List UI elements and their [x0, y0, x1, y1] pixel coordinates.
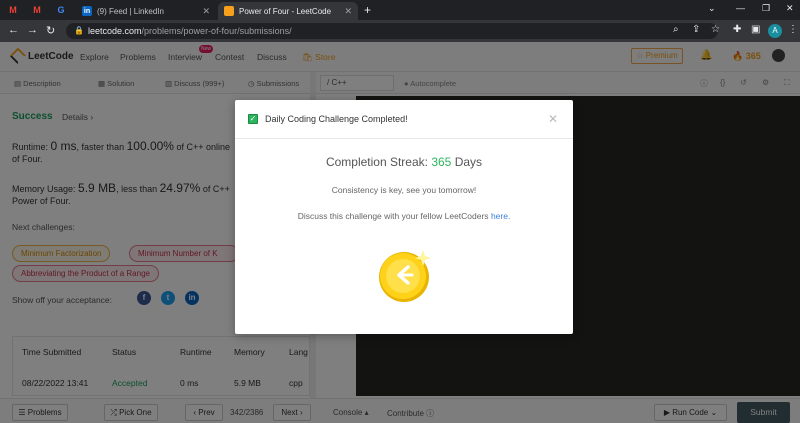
back-icon[interactable]: ←	[8, 24, 19, 36]
modal-title: Daily Coding Challenge Completed!	[265, 114, 408, 124]
share-icon[interactable]: ⇪	[692, 24, 700, 35]
restore-icon[interactable]: ❐	[762, 3, 770, 14]
google-pinned-tab[interactable]: G	[52, 2, 70, 18]
sidebar-icon[interactable]: ▣	[751, 24, 760, 35]
close-icon[interactable]: ✕	[202, 6, 210, 17]
streak-value: 365	[431, 155, 452, 169]
browser-tab-strip: M M G in (9) Feed | LinkedIn ✕ Power of …	[0, 0, 800, 20]
streak-unit: Days	[454, 155, 483, 169]
tab-label: Power of Four - LeetCode	[239, 6, 332, 16]
tab-leetcode[interactable]: Power of Four - LeetCode ✕	[218, 2, 358, 20]
leetcode-favicon-icon	[224, 6, 234, 16]
lock-icon: 🔒	[74, 26, 84, 35]
menu-kebab-icon[interactable]: ⋮	[788, 24, 798, 35]
discuss-text: Discuss this challenge with your fellow …	[297, 211, 489, 221]
minimize-icon[interactable]: —	[736, 3, 745, 13]
address-bar[interactable]: 🔒 leetcode.com/problems/power-of-four/su…	[66, 23, 718, 39]
forward-icon[interactable]: →	[27, 24, 38, 36]
bookmark-star-icon[interactable]: ☆	[711, 24, 720, 35]
tab-search-icon[interactable]: ⌄	[708, 3, 716, 14]
checkbox-checked-icon: ✓	[248, 114, 258, 124]
linkedin-icon: in	[82, 6, 92, 16]
new-tab-button[interactable]: +	[364, 3, 371, 17]
leetcoin-icon	[379, 250, 431, 302]
discuss-message: Discuss this challenge with your fellow …	[235, 211, 573, 221]
extensions-icon[interactable]: ✚	[733, 24, 741, 35]
tab-label: (9) Feed | LinkedIn	[97, 6, 165, 16]
url-path: /problems/power-of-four/submissions/	[141, 26, 292, 36]
browser-toolbar: ← → ↻ 🔒 leetcode.com/problems/power-of-f…	[0, 20, 800, 42]
streak-label: Completion Streak:	[325, 155, 428, 169]
tab-linkedin[interactable]: in (9) Feed | LinkedIn ✕	[76, 2, 216, 20]
consistency-message: Consistency is key, see you tomorrow!	[331, 185, 477, 195]
url-host: leetcode.com	[88, 26, 142, 36]
close-icon[interactable]: ✕	[548, 112, 558, 126]
close-window-icon[interactable]: ✕	[786, 3, 794, 14]
gmail-pinned-tab[interactable]: M	[4, 2, 22, 18]
completion-streak: Completion Streak: 365 Days	[235, 155, 573, 169]
daily-challenge-modal: ✓ Daily Coding Challenge Completed! ✕ Co…	[235, 100, 573, 334]
profile-avatar[interactable]: A	[768, 24, 782, 38]
zoom-icon[interactable]: ⌕	[673, 24, 679, 35]
modal-header: ✓ Daily Coding Challenge Completed! ✕	[235, 100, 573, 139]
discuss-link[interactable]: here.	[491, 211, 510, 221]
close-icon[interactable]: ✕	[344, 6, 352, 17]
gmail-pinned-tab-2[interactable]: M	[28, 2, 46, 18]
reload-icon[interactable]: ↻	[46, 24, 55, 37]
